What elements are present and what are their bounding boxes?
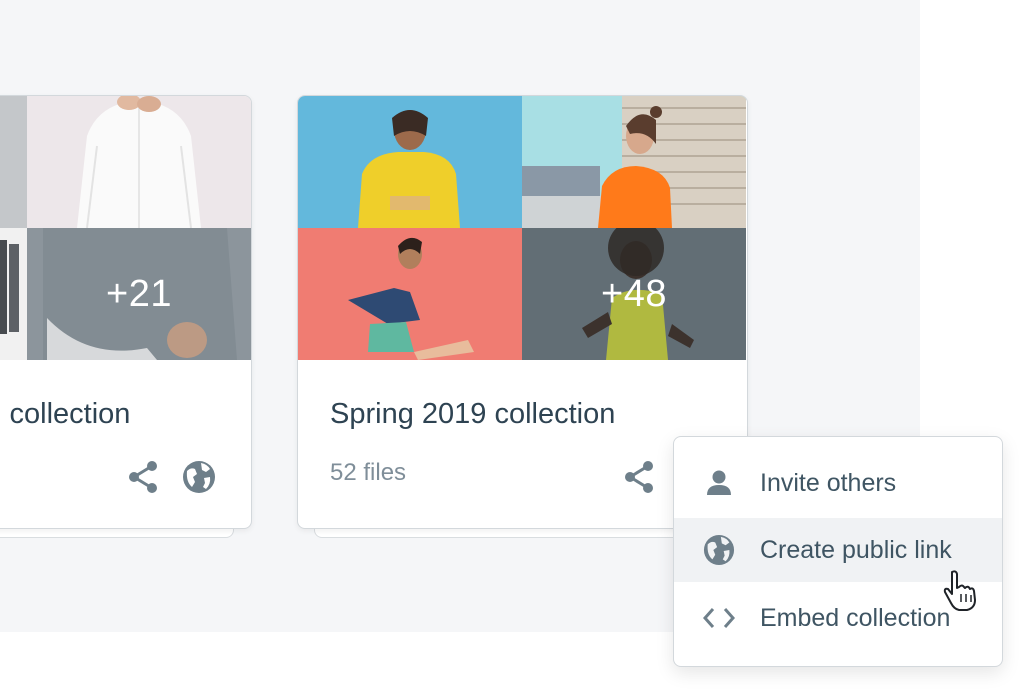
menu-item-label: Invite others — [760, 468, 897, 497]
more-count-overlay: +21 — [27, 228, 251, 360]
menu-item-label: Create public link — [760, 535, 952, 564]
globe-icon — [183, 461, 215, 493]
share-button[interactable] — [619, 457, 659, 497]
thumbnail-denim-jacket — [298, 228, 522, 360]
thumbnail-rack — [0, 96, 27, 228]
share-button[interactable] — [123, 457, 163, 497]
share-menu: Invite others Create public link Embed c… — [673, 436, 1003, 667]
thumbnail-orange-shirt — [522, 96, 746, 228]
more-count-overlay: +48 — [522, 228, 746, 360]
person-icon — [702, 466, 736, 500]
menu-item-invite-others[interactable]: Invite others — [674, 451, 1002, 515]
globe-icon — [702, 533, 736, 567]
code-icon — [702, 601, 736, 635]
thumbnail-yellow-hoodie — [298, 96, 522, 228]
share-icon — [625, 461, 653, 493]
file-count: 52 files — [330, 459, 407, 486]
menu-item-label: Embed collection — [760, 603, 951, 632]
hand-pointer-cursor-icon — [943, 570, 976, 611]
share-icon — [129, 461, 157, 493]
public-link-button[interactable] — [179, 457, 219, 497]
thumbnail-grey-sweater: +21 — [27, 228, 251, 360]
thumbnail-grid: +21 — [0, 96, 251, 360]
thumbnail-yellow-dress: +48 — [522, 228, 746, 360]
thumbnail-white-shirt — [27, 96, 251, 228]
thumbnail-grid: +48 — [298, 96, 747, 360]
collection-title: l collection — [0, 398, 131, 430]
collection-card-fall[interactable]: +21 l collection — [0, 95, 252, 529]
thumbnail-hangers — [0, 228, 27, 360]
collection-title: Spring 2019 collection — [330, 398, 616, 430]
